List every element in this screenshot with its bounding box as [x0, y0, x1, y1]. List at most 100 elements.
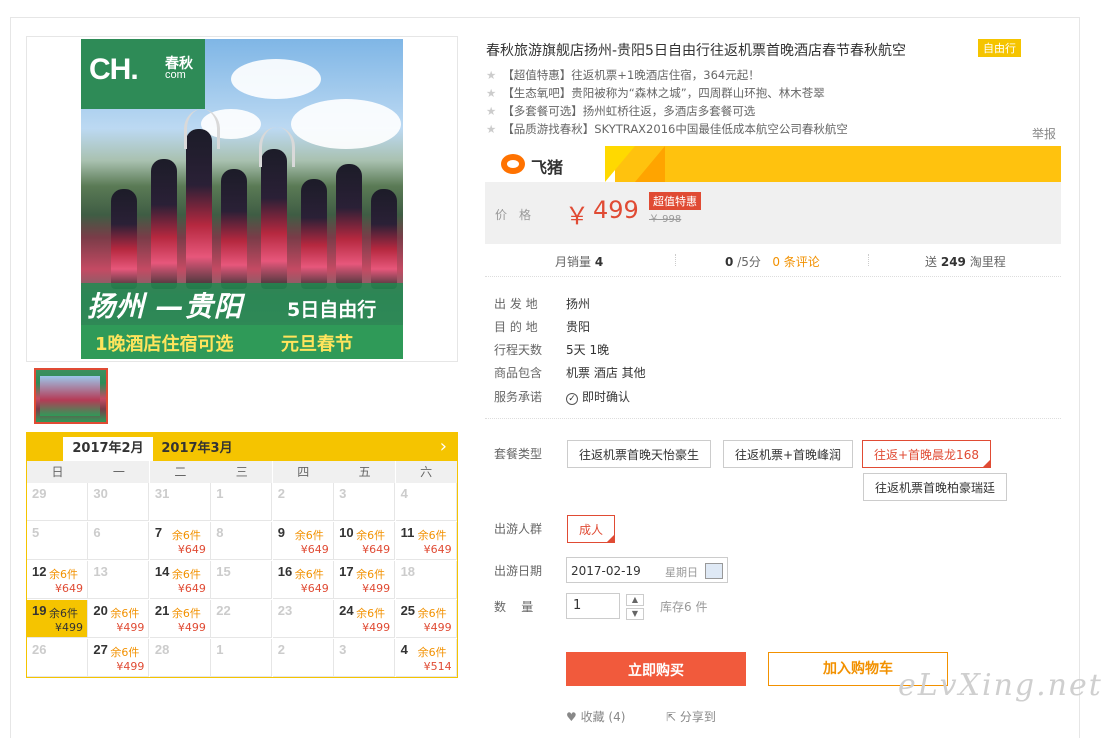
day-number: 20: [93, 603, 108, 618]
calendar-day: 22: [211, 600, 273, 638]
day-number: 2: [277, 486, 285, 501]
thumbnail-image[interactable]: [34, 368, 108, 424]
day-number: 3: [339, 486, 347, 501]
info-service: 服务承诺 ✓ 即时确认: [494, 390, 631, 405]
day-stock: 余6件: [171, 607, 201, 620]
day-number: 9: [277, 525, 285, 540]
next-month-icon[interactable]: ›: [440, 437, 447, 457]
calendar-day[interactable]: 4 余6件 ¥514: [395, 639, 457, 677]
calendar-day[interactable]: 17 余6件 ¥499: [334, 561, 396, 599]
calendar-day[interactable]: 12 余6件 ¥649: [27, 561, 88, 599]
date-label: 出游日期: [494, 564, 543, 578]
day-number: 14: [154, 564, 170, 579]
package-option-selected[interactable]: 往返+首晚晨龙168: [862, 440, 991, 468]
calendar-day[interactable]: 11 余6件 ¥649: [395, 522, 457, 560]
day-stock: 余6件: [356, 568, 386, 581]
calendar-day: 23: [272, 600, 334, 638]
calendar-day: 18: [395, 561, 457, 599]
image-days-text: 5日自由行: [287, 299, 377, 321]
feature-item: ★ 【超值特惠】往返机票+1晚酒店住宿，364元起！: [486, 68, 760, 82]
calendar-icon[interactable]: [705, 563, 723, 579]
calendar-day[interactable]: 10 余6件 ¥649: [334, 522, 396, 560]
day-stock: 余6件: [294, 568, 324, 581]
report-link[interactable]: 举报: [1032, 125, 1056, 142]
weekday-header: 日: [27, 461, 88, 483]
calendar-day: 28: [149, 639, 211, 677]
fliggy-logo-icon: [501, 154, 525, 174]
calendar-day-selected[interactable]: 19 余6件 ¥499: [27, 600, 88, 638]
calendar-day: 29: [27, 483, 88, 521]
price-label: 价格: [495, 208, 544, 222]
package-option[interactable]: 往返机票首晚柏豪瑞廷: [863, 473, 1008, 501]
day-price: ¥499: [423, 621, 452, 634]
calendar-day[interactable]: 9 余6件 ¥649: [272, 522, 334, 560]
day-stock: 余6件: [356, 529, 386, 542]
check-icon: ✓: [566, 393, 578, 405]
day-price: ¥499: [55, 621, 83, 634]
calendar-day: 30: [88, 483, 150, 521]
info-duration: 行程天数 5天 1晚: [494, 343, 610, 357]
info-destination: 目 的 地贵阳: [494, 320, 591, 334]
calendar-day[interactable]: 21 余6件 ¥499: [149, 600, 211, 638]
product-title: 春秋旅游旗舰店扬州-贵阳5日自由行往返机票首晚酒店春节春秋航空: [486, 43, 906, 59]
day-number: 31: [154, 486, 170, 501]
day-number: 4: [400, 486, 408, 501]
calendar-day[interactable]: 24 余6件 ¥499: [334, 600, 396, 638]
date-input[interactable]: 2017-02-19 星期日: [566, 557, 728, 583]
calendar-day: 4: [395, 483, 457, 521]
share-link[interactable]: ⇱ 分享到: [666, 708, 716, 725]
day-stock: 余6件: [49, 568, 78, 581]
day-price: ¥649: [177, 582, 206, 595]
calendar-day[interactable]: 20 余6件 ¥499: [88, 600, 150, 638]
day-number: 1: [216, 642, 224, 657]
quantity-input[interactable]: 1: [566, 593, 620, 619]
calendar-day: 15: [211, 561, 273, 599]
day-stock: 余6件: [417, 529, 447, 542]
departure-calendar: 2017年2月 2017年3月 › 日一二三四五六 29 30 31 1 2 3 4 5 6 7 余…: [26, 432, 458, 678]
day-number: 19: [32, 603, 47, 618]
day-stock: 余6件: [49, 607, 78, 620]
reviews-link[interactable]: 0 条评论: [772, 255, 819, 269]
heart-icon: ♥: [566, 710, 577, 724]
weekday-header: 二: [149, 461, 211, 483]
share-icon: ⇱: [666, 710, 677, 724]
calendar-day[interactable]: 7 余6件 ¥649: [149, 522, 211, 560]
calendar-day[interactable]: 27 余6件 ¥499: [88, 639, 150, 677]
day-number: 30: [93, 486, 108, 501]
day-price: ¥649: [55, 582, 83, 595]
qty-down-icon[interactable]: ▼: [626, 608, 644, 620]
package-option[interactable]: 往返机票首晚天怡豪生: [567, 440, 712, 468]
day-stock: 余6件: [294, 529, 324, 542]
day-number: 8: [216, 525, 224, 540]
rating: 0 /5分 0 条评论: [725, 255, 820, 269]
image-hotel-text: 1晚酒店住宿可选: [95, 334, 234, 355]
calendar-day: 2: [272, 483, 334, 521]
day-stock: 余6件: [417, 646, 447, 659]
group-option-adult[interactable]: 成人: [567, 515, 616, 543]
logo-text: CH.: [89, 53, 139, 86]
calendar-day: 1: [211, 639, 273, 677]
day-number: 24: [339, 603, 354, 618]
image-holiday-text: 元旦春节: [281, 334, 353, 355]
package-option[interactable]: 往返机票+首晚峰润: [723, 440, 854, 468]
favorite-link[interactable]: ♥ 收藏 (4): [566, 708, 625, 725]
calendar-day[interactable]: 16 余6件 ¥649: [272, 561, 334, 599]
calendar-day[interactable]: 14 余6件 ¥649: [149, 561, 211, 599]
buy-now-button[interactable]: 立即购买: [566, 652, 746, 686]
tab-mar-2017[interactable]: 2017年3月: [157, 437, 237, 461]
tab-feb-2017[interactable]: 2017年2月: [63, 437, 153, 461]
fliggy-name: 飞猪: [531, 158, 564, 177]
day-number: 16: [277, 564, 293, 579]
calendar-day[interactable]: 25 余6件 ¥499: [395, 600, 457, 638]
price-box: 价格 ￥ 499 超值特惠 ￥ 998: [485, 182, 1061, 244]
day-number: 10: [339, 525, 354, 540]
weekday-header: 三: [211, 461, 273, 483]
day-number: 17: [339, 564, 354, 579]
qty-up-icon[interactable]: ▲: [626, 594, 644, 606]
calendar-day: 6: [88, 522, 150, 560]
calendar-day: 1: [211, 483, 273, 521]
calendar-day: 8: [211, 522, 273, 560]
calendar-header: 2017年2月 2017年3月 ›: [27, 433, 457, 461]
day-number: 12: [32, 564, 47, 579]
day-number: 11: [400, 525, 415, 540]
